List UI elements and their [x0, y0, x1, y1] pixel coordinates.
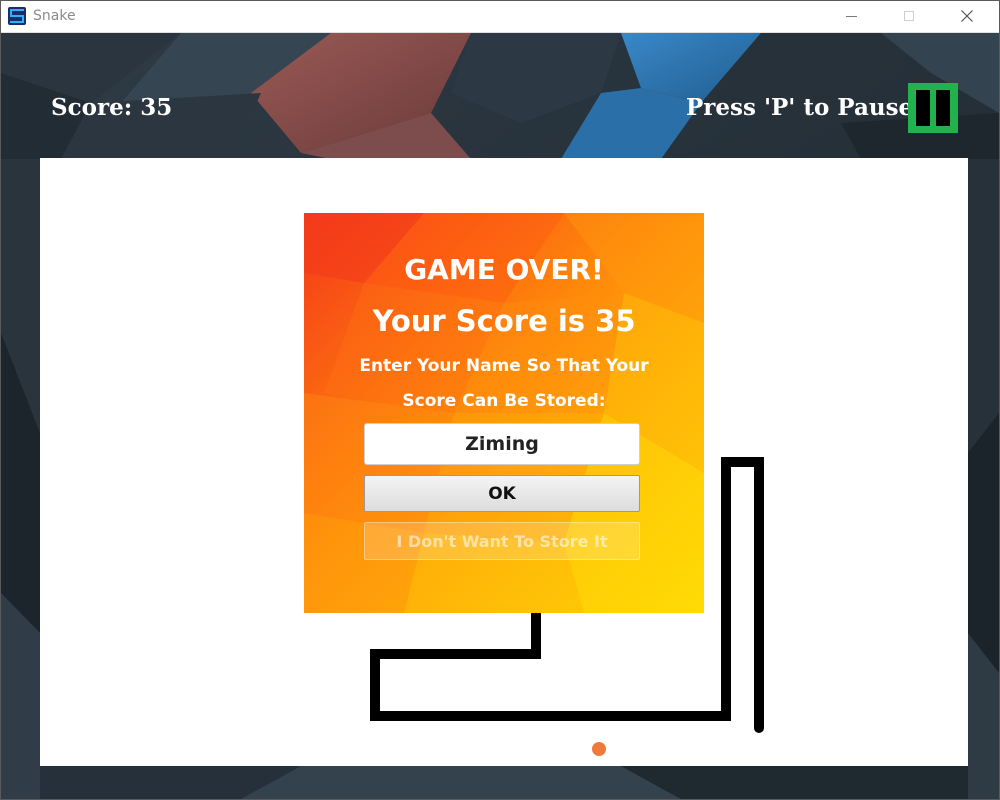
ok-button[interactable]: OK: [364, 475, 640, 512]
pause-icon-bar-right: [936, 90, 950, 126]
game-over-title: GAME OVER!: [404, 253, 604, 286]
food-pellet: [592, 742, 606, 756]
minimize-button[interactable]: [828, 1, 874, 32]
final-score-message: Your Score is 35: [372, 304, 636, 338]
close-button[interactable]: [944, 1, 990, 32]
pause-icon-bar-left: [916, 90, 930, 126]
name-prompt-line-2: Score Can Be Stored:: [402, 391, 606, 411]
game-window: Snake Score: 35 Press 'P' to Pause GAME …: [0, 0, 1000, 800]
maximize-button[interactable]: [886, 1, 932, 32]
maximize-icon: [904, 11, 914, 21]
player-name-input[interactable]: [364, 423, 640, 465]
game-over-dialog: GAME OVER! Your Score is 35 Enter Your N…: [304, 213, 704, 613]
name-prompt-line-1: Enter Your Name So That Your: [359, 356, 649, 376]
pause-button[interactable]: [908, 83, 958, 133]
skip-store-button[interactable]: I Don't Want To Store It: [364, 522, 640, 560]
title-bar[interactable]: Snake: [1, 1, 999, 33]
pause-hint: Press 'P' to Pause: [686, 94, 914, 121]
snake-app-icon: [8, 7, 26, 25]
window-title: Snake: [33, 8, 76, 24]
score-display: Score: 35: [51, 94, 173, 121]
close-icon: [961, 10, 973, 22]
minimize-icon: [846, 16, 857, 17]
